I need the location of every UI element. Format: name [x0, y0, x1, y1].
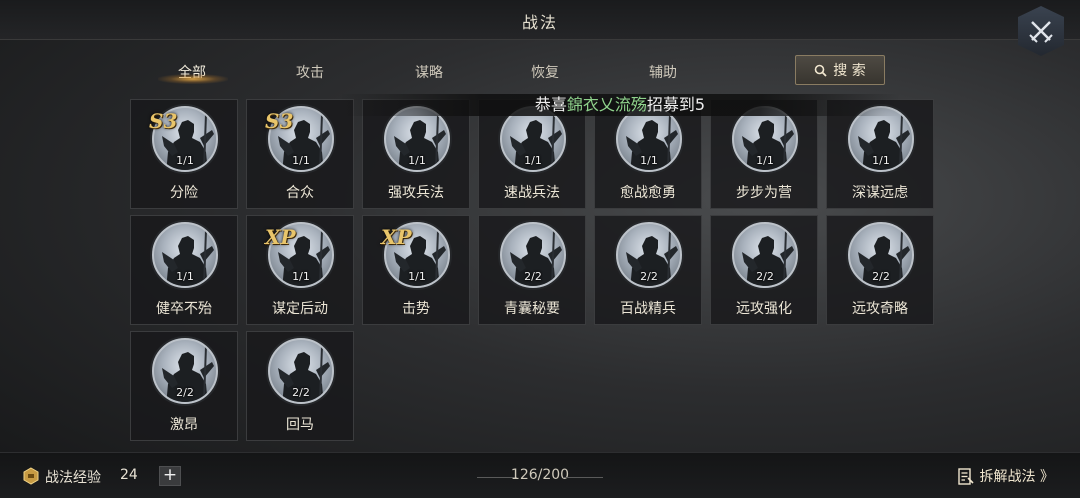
tactic-count: 1/1: [176, 270, 194, 283]
tactic-count: 1/1: [292, 270, 310, 283]
tactic-count: 1/1: [640, 154, 658, 167]
tactic-exp-icon: [23, 467, 39, 485]
tactic-count: 2/2: [524, 270, 542, 283]
tactic-portrait: 2/2: [500, 222, 566, 288]
tactic-count: 1/1: [408, 270, 426, 283]
tactic-card[interactable]: 2/2 回马: [246, 331, 354, 441]
notice-prefix: 恭喜: [534, 95, 567, 114]
top-bar: 战法: [0, 0, 1080, 40]
tactic-count: 2/2: [872, 270, 890, 283]
add-exp-button[interactable]: +: [159, 466, 181, 486]
tactic-portrait: 2/2: [848, 222, 914, 288]
tactic-badge: XP: [265, 225, 296, 249]
tactic-name: 回马: [286, 417, 314, 433]
tab-support[interactable]: 辅助: [613, 62, 713, 82]
tactic-name: 速战兵法: [504, 185, 560, 201]
tactic-name: 青囊秘要: [504, 301, 560, 317]
tactic-card[interactable]: 1/1 XP 击势: [362, 215, 470, 325]
tactic-count: 2/2: [756, 270, 774, 283]
tactic-badge: S3: [149, 109, 178, 133]
tactic-portrait: 2/2: [732, 222, 798, 288]
tactic-count: 1/1: [292, 154, 310, 167]
tactic-count: 1/1: [756, 154, 774, 167]
exp-value: 24: [120, 467, 138, 483]
tactic-count: 1/1: [176, 154, 194, 167]
tactic-name: 激昂: [170, 417, 198, 433]
tactic-name: 谋定后动: [272, 301, 328, 317]
tactic-card[interactable]: 2/2 远攻强化: [710, 215, 818, 325]
tactic-portrait: 1/1: [152, 222, 218, 288]
exp-label: 战法经验: [45, 470, 101, 486]
tactic-portrait: 2/2: [268, 338, 334, 404]
tactic-name: 强攻兵法: [388, 185, 444, 201]
bottom-bar: 战法经验 24 + 126/200 拆解战法 》: [0, 452, 1080, 498]
tab-attack[interactable]: 攻击: [260, 62, 360, 82]
tactic-name: 远攻强化: [736, 301, 792, 317]
tactic-name: 百战精兵: [620, 301, 676, 317]
tactic-name: 愈战愈勇: [620, 185, 676, 201]
tactic-count: 1/1: [408, 154, 426, 167]
notice-player-name: 錦衣乂流殇: [566, 95, 647, 114]
tactic-name: 深谋远虑: [852, 185, 908, 201]
tactic-card[interactable]: 1/1 S3 分险: [130, 99, 238, 209]
dismantle-button[interactable]: 拆解战法 》: [957, 466, 1054, 486]
page-title: 战法: [521, 13, 558, 32]
tactic-card[interactable]: 1/1 健卒不殆: [130, 215, 238, 325]
search-button[interactable]: 搜 索: [795, 55, 885, 85]
tactic-badge: XP: [381, 225, 412, 249]
tactic-name: 分险: [170, 185, 198, 201]
tactic-count: 2/2: [640, 270, 658, 283]
tactic-count: 1/1: [524, 154, 542, 167]
tactic-name: 远攻奇略: [852, 301, 908, 317]
tactic-card[interactable]: 2/2 百战精兵: [594, 215, 702, 325]
tactic-capacity: 126/200: [510, 467, 570, 483]
tactic-badge: S3: [265, 109, 294, 133]
active-tab-indicator: [158, 74, 228, 84]
tactic-name: 击势: [402, 301, 430, 317]
tactic-card[interactable]: 2/2 青囊秘要: [478, 215, 586, 325]
tactic-name: 步步为营: [736, 185, 792, 201]
search-label: 搜 索: [833, 63, 866, 79]
recruit-notice: 恭喜錦衣乂流殇招募到5: [340, 94, 900, 116]
tactic-name: 健卒不殆: [156, 301, 212, 317]
crossed-swords-icon: [1029, 21, 1053, 43]
tactics-grid: 1/1 S3 分险 1/1 S3 合众 1/1 强攻兵法 1/1 速战兵法 1/1 愈战愈勇 1/1 步步…: [130, 99, 936, 441]
dismantle-label: 拆解战法 》: [979, 469, 1054, 485]
tab-recovery[interactable]: 恢复: [495, 62, 595, 82]
category-tabs: 全部 攻击 谋略 恢复 辅助: [132, 52, 772, 92]
notice-suffix: 招募到5: [646, 95, 706, 114]
tactic-name: 合众: [286, 185, 314, 201]
tactic-count: 2/2: [176, 386, 194, 399]
tactic-card[interactable]: 1/1 XP 谋定后动: [246, 215, 354, 325]
tab-strategy[interactable]: 谋略: [379, 62, 479, 82]
tactic-portrait: 2/2: [616, 222, 682, 288]
tactic-card[interactable]: 2/2 激昂: [130, 331, 238, 441]
tactic-count: 2/2: [292, 386, 310, 399]
search-icon: [814, 64, 827, 77]
tactic-portrait: 2/2: [152, 338, 218, 404]
divider-right: [563, 477, 603, 478]
tactic-card[interactable]: 2/2 远攻奇略: [826, 215, 934, 325]
tactic-card[interactable]: 1/1 S3 合众: [246, 99, 354, 209]
tactic-count: 1/1: [872, 154, 890, 167]
dismantle-icon: [957, 467, 974, 485]
